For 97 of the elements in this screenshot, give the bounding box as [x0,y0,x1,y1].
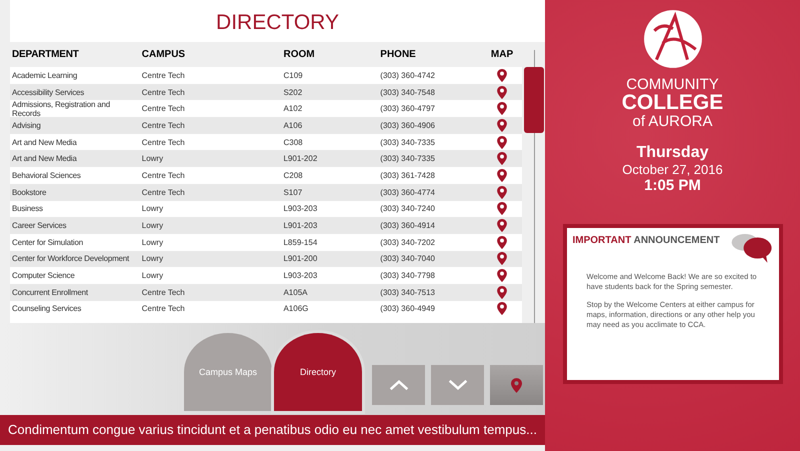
table-cell-text: Centre Tech [140,70,186,80]
map-pin-icon[interactable] [497,168,508,182]
table-cell-text: C109 [282,70,304,80]
news-ticker: Condimentum congue varius tincidunt et a penatibus odio eu nec amet vestibulum tempus... [0,415,545,445]
map-pin-icon[interactable] [497,302,508,316]
map-pin-icon[interactable] [497,252,508,266]
table-cell-text: (303) 360-4906 [379,120,436,130]
table-cell-text: Centre Tech [140,304,186,314]
table-cell-text: S202 [282,88,304,97]
table-cell-text: (303) 360-4797 [379,104,436,114]
table-cell-text: Computer Science [11,271,76,280]
column-header: PHONE [379,50,417,59]
table-cell-text: Accessibility Services [11,88,86,97]
map-pin-icon [511,378,522,392]
table-cell-text: Concurrent Enrollment [11,288,89,297]
table-cell-text: (303) 340-7513 [379,288,436,297]
table-cell-text: Lowry [140,238,164,247]
table-cell-text: (303) 360-4774 [379,188,436,197]
table-cell-text: Art and New Media [11,154,78,164]
table-cell-text: S107 [282,188,304,197]
table-cell-text: L901-202 [282,154,318,164]
table-cell-text: (303) 360-4742 [379,70,436,80]
time-label: 1:05 PM [644,177,701,194]
speech-bubbles-icon [730,232,772,264]
table-cell-text: L903-203 [282,271,318,280]
nav-tab[interactable]: Directory [274,333,362,411]
column-header: ROOM [282,50,316,59]
table-cell-text: Centre Tech [140,120,186,130]
page-title: DIRECTORY [10,0,545,42]
table-cell-text: (303) 340-7040 [379,254,436,264]
table-cell-text: Behavioral Sciences [11,170,82,180]
map-pin-icon[interactable] [497,202,508,216]
map-button[interactable] [490,365,543,405]
map-pin-icon[interactable] [497,118,508,132]
table-cell-text: (303) 360-4914 [379,221,436,230]
table-cell-text: Counseling Services [11,304,82,314]
table-cell-text: C308 [282,138,304,147]
map-pin-icon[interactable] [497,136,508,149]
column-header: CAMPUS [140,50,186,59]
table-cell-text: Lowry [140,204,164,214]
column-header: MAP [490,50,514,59]
table-cell-text: Business [11,204,44,214]
table-cell-text: A106G [282,304,310,314]
table-cell-text: (303) 340-7335 [379,154,436,164]
table-cell-text: L903-203 [282,204,318,214]
map-pin-icon[interactable] [497,86,508,99]
table-cell-text: (303) 360-4949 [379,304,436,314]
table-cell-text: Bookstore [11,188,48,197]
column-header: DEPARTMENT [11,50,80,59]
table-cell-text: Lowry [140,221,164,230]
table-cell-text: Centre Tech [140,170,186,180]
announcement-title: IMPORTANT ANNOUNCEMENT [572,235,720,248]
table-cell-text: (303) 340-7202 [379,238,436,247]
map-pin-icon[interactable] [497,219,508,232]
map-pin-icon[interactable] [497,68,508,82]
table-cell-text: A105A [282,288,308,297]
table-cell-text: Center for Workforce Development [11,254,130,264]
table-cell-text: Admissions, Registration and Records [11,100,112,118]
table-cell-text: L901-203 [282,221,318,230]
map-pin-icon[interactable] [497,152,508,166]
table-cell-text: A102 [282,104,304,114]
table-cell-text: Lowry [140,154,164,164]
table-cell-text: L901-200 [282,254,318,264]
table-cell-text: A106 [282,120,304,130]
table-cell-text: Advising [11,120,42,130]
table-cell-text: (303) 340-7798 [379,271,436,280]
table-cell-text: Lowry [140,254,164,264]
table-cell-text: (303) 340-7335 [379,138,436,147]
table-cell-text: L859-154 [282,238,318,247]
table-cell-text: Career Services [11,221,68,230]
table-cell-text: Center for Simulation [11,238,84,247]
scrollbar-thumb[interactable] [524,67,544,133]
map-pin-icon[interactable] [497,236,508,249]
logo-text: COMMUNITY [626,76,719,93]
table-cell-text: Lowry [140,271,164,280]
logo-text: of AURORA [632,113,713,130]
college-logo-icon [642,8,704,70]
day-label: Thursday [636,144,708,162]
table-cell-text: Centre Tech [140,138,186,147]
map-pin-icon[interactable] [497,286,508,299]
date-label: October 27, 2016 [622,162,723,177]
chevron-up-icon [388,379,408,391]
table-cell-text: Art and New Media [11,138,78,147]
map-pin-icon[interactable] [497,269,508,282]
table-cell-text: Centre Tech [140,188,186,197]
table-cell-text: Centre Tech [140,88,186,97]
table-cell-text: (303) 361-7428 [379,170,436,180]
table-cell-text: C208 [282,170,304,180]
table-cell-text: Centre Tech [140,104,186,114]
table-cell-text: Centre Tech [140,288,186,297]
chevron-down-icon [448,379,468,391]
table-cell-text: Academic Learning [11,70,78,80]
logo-text: COLLEGE [622,93,724,113]
table-cell-text: (303) 340-7548 [379,88,436,97]
map-pin-icon[interactable] [497,186,508,199]
table-cell-text: (303) 340-7240 [379,204,436,214]
map-pin-icon[interactable] [497,102,508,116]
